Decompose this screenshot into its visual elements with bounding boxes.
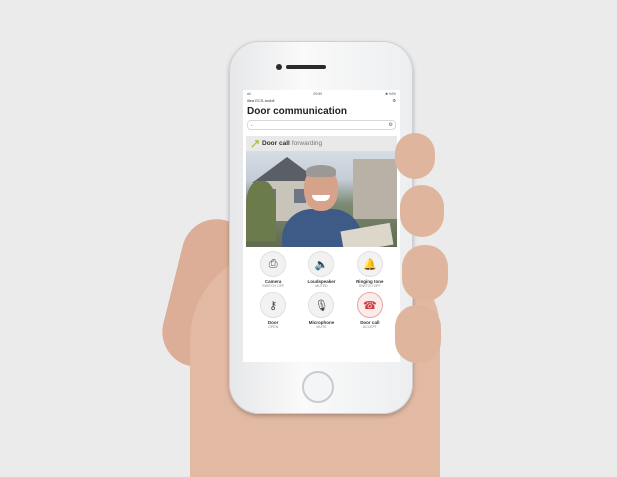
bell-icon[interactable]: 🔔 [356,251,383,277]
signal-indicator: all [247,91,251,96]
finger [400,185,444,237]
door-call-forwarding-banner[interactable]: Door call forwarding [246,136,397,151]
microphone-control[interactable]: 🎙 Microphone MUTE [297,292,345,329]
video-feed [246,151,397,247]
front-camera [276,64,282,70]
door-call-control[interactable]: ☎ Door call ACCEPT [346,292,394,329]
battery-indicator: ✱ 94% [385,91,396,96]
house-side [353,159,397,219]
key-icon[interactable]: ⚷ [260,292,287,318]
status-time: 09:50 [313,91,323,96]
camera-icon[interactable]: ⎙ [260,251,287,277]
scene: all 09:50 ✱ 94% illea ECS-mobil ⚙ Door c… [0,0,617,477]
control-sub: OPEN [268,325,279,329]
app-bar: illea ECS-mobil ⚙ [243,97,400,104]
control-grid: ⎙ Camera SWITCH OFF 🔈 Loudspeaker MUTED … [243,247,400,329]
visitor-hair [306,165,336,177]
settings-icon[interactable]: ⚙ [392,98,396,103]
phone-icon[interactable]: ☎ [356,292,383,318]
phone-screen: all 09:50 ✱ 94% illea ECS-mobil ⚙ Door c… [243,90,400,362]
back-arrow-icon[interactable]: ← [250,122,255,128]
finger [402,245,448,301]
control-sub: ACCEPT [362,325,377,329]
home-button[interactable] [302,371,334,403]
ringing-tone-control[interactable]: 🔔 Ringing tone SWITCH OFF [346,251,394,288]
microphone-icon[interactable]: 🎙 [308,292,335,318]
finger [395,305,441,363]
control-sub: MUTE [316,325,327,329]
speaker-icon[interactable]: 🔈 [308,251,335,277]
tree [246,181,276,241]
control-sub: SWITCH OFF [262,284,285,288]
banner-highlight: Door call [262,140,290,147]
control-sub: SWITCH OFF [358,284,381,288]
status-bar: all 09:50 ✱ 94% [243,90,400,97]
page-title: Door communication [247,106,348,117]
app-name: illea ECS-mobil [247,98,275,103]
forwarding-icon [251,139,259,148]
loudspeaker-control[interactable]: 🔈 Loudspeaker MUTED [297,251,345,288]
search-bar[interactable]: ← ⚙ [247,120,396,130]
camera-control[interactable]: ⎙ Camera SWITCH OFF [249,251,297,288]
banner-text: forwarding [291,140,323,147]
control-sub: MUTED [315,284,328,288]
gear-icon[interactable]: ⚙ [389,122,393,128]
door-control[interactable]: ⚷ Door OPEN [249,292,297,329]
finger [395,133,435,179]
earpiece-speaker [286,65,326,69]
